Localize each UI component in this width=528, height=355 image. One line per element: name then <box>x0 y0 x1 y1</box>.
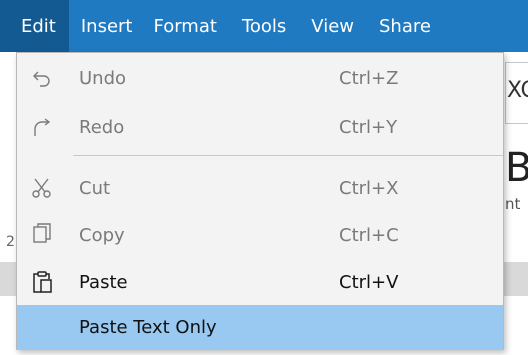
menu-item-cut[interactable]: Cut Ctrl+X <box>17 164 503 212</box>
copy-icon <box>30 223 54 247</box>
document-text-fragment: nt <box>505 195 521 213</box>
menu-view[interactable]: View <box>299 0 367 52</box>
menu-tools[interactable]: Tools <box>230 0 299 52</box>
document-heading-fragment: B <box>505 145 528 191</box>
undo-icon <box>30 66 54 90</box>
menu-item-paste-text-only[interactable]: Paste Text Only <box>17 305 503 350</box>
menu-separator <box>73 155 503 156</box>
menu-item-shortcut: Ctrl+X <box>339 177 399 199</box>
app-window: XC B nt 2 Edit Insert Format Tools View … <box>0 0 528 355</box>
menu-item-label: Cut <box>79 177 111 199</box>
redo-icon <box>30 115 54 139</box>
menu-format[interactable]: Format <box>146 0 230 52</box>
menu-share[interactable]: Share <box>367 0 431 52</box>
clipboard-icon <box>30 270 54 294</box>
menu-insert[interactable]: Insert <box>69 0 146 52</box>
menu-item-label: Paste <box>79 271 128 293</box>
menu-item-copy[interactable]: Copy Ctrl+C <box>17 211 503 259</box>
edit-menu-dropdown: Undo Ctrl+Z Redo Ctrl+Y Cut Ctrl+X Copy … <box>16 52 504 350</box>
menu-item-redo[interactable]: Redo Ctrl+Y <box>17 103 503 151</box>
document-side-number: 2 <box>6 234 15 250</box>
menu-item-label: Undo <box>79 67 127 89</box>
document-field-text: XC <box>507 78 528 103</box>
menu-item-shortcut: Ctrl+Z <box>339 67 399 89</box>
menu-edit[interactable]: Edit <box>0 0 69 52</box>
scissors-icon <box>30 176 54 200</box>
menu-item-label: Paste Text Only <box>79 317 217 338</box>
menu-item-undo[interactable]: Undo Ctrl+Z <box>17 54 503 102</box>
menu-item-shortcut: Ctrl+V <box>339 271 399 293</box>
menu-bar: Edit Insert Format Tools View Share <box>0 0 528 52</box>
menu-item-shortcut: Ctrl+C <box>339 224 399 246</box>
menu-item-shortcut: Ctrl+Y <box>339 116 398 138</box>
menu-item-label: Redo <box>79 116 125 138</box>
menu-item-paste[interactable]: Paste Ctrl+V <box>17 258 503 306</box>
menu-item-label: Copy <box>79 224 125 246</box>
